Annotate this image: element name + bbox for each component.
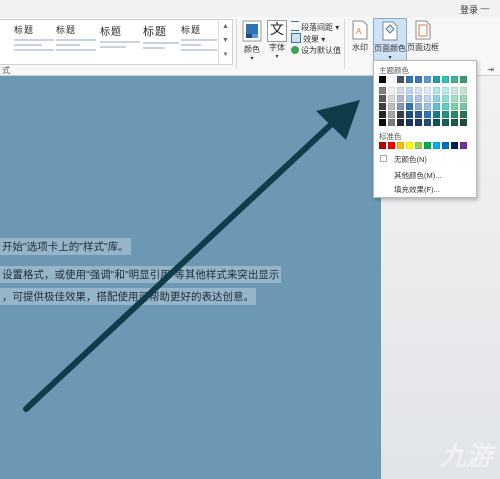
watermark-logo: 九游 [439, 441, 492, 471]
arrow-shaft [23, 115, 341, 412]
annotation-arrow [23, 100, 360, 412]
